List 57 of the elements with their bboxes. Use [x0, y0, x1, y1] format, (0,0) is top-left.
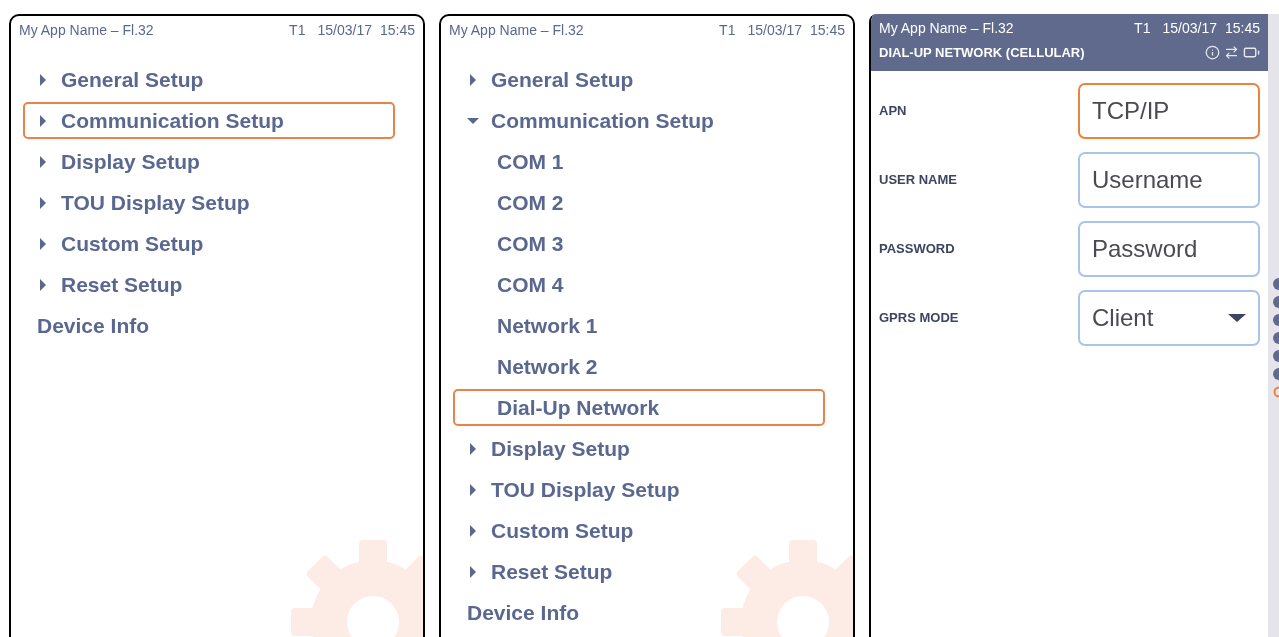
field-label: USER NAME: [879, 170, 957, 189]
terminal-label: T1: [289, 21, 306, 40]
terminal-label: T1: [719, 21, 736, 40]
date-text: 15/03/17: [317, 21, 372, 40]
submenu-item[interactable]: COM 4: [453, 266, 825, 303]
field-label: PASSWORD: [879, 239, 955, 258]
menu-item[interactable]: Custom Setup: [23, 225, 395, 262]
menu-item[interactable]: Device Info: [23, 307, 395, 344]
submenu-item[interactable]: COM 2: [453, 184, 825, 221]
field-label: GPRS MODE: [879, 308, 959, 327]
menu-item[interactable]: Communication Setup: [23, 102, 395, 139]
input-field[interactable]: Username: [1078, 151, 1260, 208]
submenu-item[interactable]: COM 1: [453, 143, 825, 180]
terminal-label: T1: [1134, 19, 1151, 38]
menu-item[interactable]: Display Setup: [23, 143, 395, 180]
caret-right-icon: [39, 114, 47, 127]
app-title: My App Name – Fl.32: [19, 21, 154, 40]
caret-down-icon: [1228, 312, 1246, 323]
caret-right-icon: [469, 442, 477, 455]
app-title: My App Name – Fl.32: [879, 19, 1014, 38]
caret-right-icon: [469, 565, 477, 578]
caret-right-icon: [39, 73, 47, 86]
menu-item[interactable]: Custom Setup: [453, 512, 825, 549]
menu-item[interactable]: Device Info: [453, 594, 825, 631]
submenu-item[interactable]: Network 2: [453, 348, 825, 385]
transfer-icon[interactable]: [1224, 45, 1239, 61]
menu-item[interactable]: General Setup: [23, 61, 395, 98]
caret-right-icon: [469, 73, 477, 86]
menu-item[interactable]: Communication Setup: [453, 102, 825, 139]
field-label: APN: [879, 101, 907, 120]
input-field[interactable]: TCP/IP: [1078, 82, 1260, 139]
dropdown-field[interactable]: Client: [1078, 289, 1260, 346]
caret-right-icon: [39, 155, 47, 168]
screen-title: DIAL-UP NETWORK (CELLULAR): [879, 44, 1085, 62]
menu-item[interactable]: TOU Display Setup: [23, 184, 395, 221]
submenu-item[interactable]: COM 3: [453, 225, 825, 262]
date-text: 15/03/17: [1162, 19, 1217, 38]
menu-item[interactable]: TOU Display Setup: [453, 471, 825, 508]
menu-item[interactable]: General Setup: [453, 61, 825, 98]
caret-right-icon: [39, 237, 47, 250]
menu-item[interactable]: Reset Setup: [23, 266, 395, 303]
date-text: 15/03/17: [747, 21, 802, 40]
input-field[interactable]: Password: [1078, 220, 1260, 277]
submenu-item[interactable]: Dial-Up Network: [453, 389, 825, 426]
caret-right-icon: [39, 278, 47, 291]
info-icon[interactable]: [1205, 45, 1220, 61]
app-title: My App Name – Fl.32: [449, 21, 584, 40]
caret-right-icon: [469, 483, 477, 496]
time-text: 15:45: [809, 21, 845, 40]
caret-right-icon: [469, 524, 477, 537]
caret-right-icon: [39, 196, 47, 209]
menu-item[interactable]: Reset Setup: [453, 553, 825, 590]
menu-item[interactable]: Display Setup: [453, 430, 825, 467]
submenu-item[interactable]: Network 1: [453, 307, 825, 344]
time-text: 15:45: [379, 21, 415, 40]
caret-down-icon: [467, 116, 479, 125]
time-text: 15:45: [1224, 19, 1260, 38]
